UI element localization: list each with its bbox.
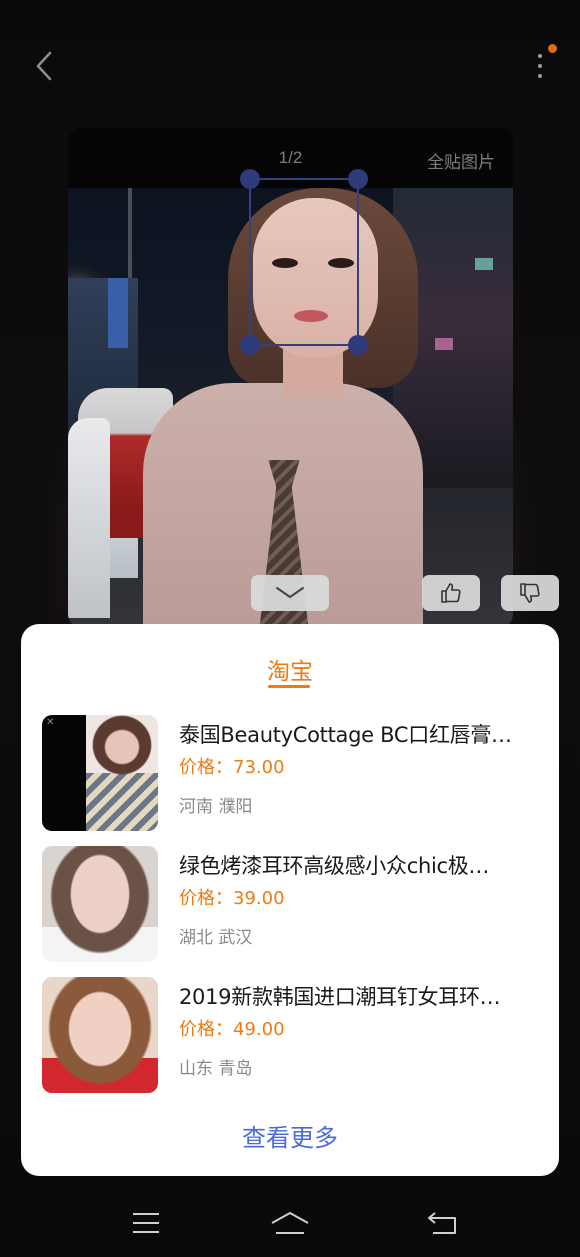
crop-handle[interactable] xyxy=(240,169,260,189)
product-location: 山东 青岛 xyxy=(179,1059,253,1079)
dislike-button[interactable] xyxy=(501,575,559,611)
return-button[interactable] xyxy=(420,1201,464,1245)
chevron-left-icon xyxy=(36,51,52,81)
return-icon xyxy=(428,1212,456,1234)
tab-taobao[interactable]: 淘宝 xyxy=(21,652,559,686)
home-button[interactable] xyxy=(268,1201,312,1245)
product-list: ✕ 泰国BeautyCottage BC口红唇膏… 价格：73.00 河南 濮阳… xyxy=(42,715,542,1108)
product-item[interactable]: ✕ 泰国BeautyCottage BC口红唇膏… 价格：73.00 河南 濮阳 xyxy=(42,715,542,831)
tab-indicator xyxy=(268,685,310,688)
product-item[interactable]: 2019新款韩国进口潮耳钉女耳环… 价格：49.00 山东 青岛 xyxy=(42,977,542,1093)
fit-image-button[interactable]: 全贴图片 xyxy=(427,148,495,173)
like-button[interactable] xyxy=(422,575,480,611)
chevron-down-icon xyxy=(276,587,304,598)
system-nav-bar xyxy=(0,1185,580,1257)
crop-handle[interactable] xyxy=(240,335,260,355)
product-item[interactable]: 绿色烤漆耳环高级感小众chic极… 价格：39.00 湖北 武汉 xyxy=(42,846,542,962)
menu-icon xyxy=(133,1213,159,1233)
search-results-panel: 淘宝 ✕ 泰国BeautyCottage BC口红唇膏… 价格：73.00 河南… xyxy=(21,624,559,1176)
product-thumbnail[interactable] xyxy=(42,846,158,962)
product-title[interactable]: 2019新款韩国进口潮耳钉女耳环… xyxy=(179,981,542,1011)
thumbs-down-icon xyxy=(520,583,540,603)
image-viewer: 1/2 全贴图片 xyxy=(68,128,513,628)
product-thumbnail[interactable]: ✕ xyxy=(42,715,158,831)
product-thumbnail[interactable] xyxy=(42,977,158,1093)
more-button[interactable] xyxy=(530,44,557,84)
product-price: 价格：73.00 xyxy=(179,757,285,778)
collapse-button[interactable] xyxy=(251,575,329,611)
view-more-link[interactable]: 查看更多 xyxy=(21,1118,559,1153)
product-title[interactable]: 绿色烤漆耳环高级感小众chic极… xyxy=(179,850,542,880)
crop-handle[interactable] xyxy=(348,335,368,355)
thumbs-up-icon xyxy=(441,583,461,603)
crop-handle[interactable] xyxy=(348,169,368,189)
menu-button[interactable] xyxy=(124,1201,168,1245)
crop-selection-box[interactable] xyxy=(240,169,368,355)
product-location: 湖北 武汉 xyxy=(179,928,253,948)
product-title[interactable]: 泰国BeautyCottage BC口红唇膏… xyxy=(179,719,542,749)
product-price: 价格：49.00 xyxy=(179,1019,285,1040)
product-price: 价格：39.00 xyxy=(179,888,285,909)
home-icon xyxy=(271,1212,309,1234)
notification-badge xyxy=(548,44,557,53)
product-location: 河南 濮阳 xyxy=(179,797,253,817)
more-vertical-icon xyxy=(538,54,542,58)
back-button[interactable] xyxy=(26,46,62,86)
